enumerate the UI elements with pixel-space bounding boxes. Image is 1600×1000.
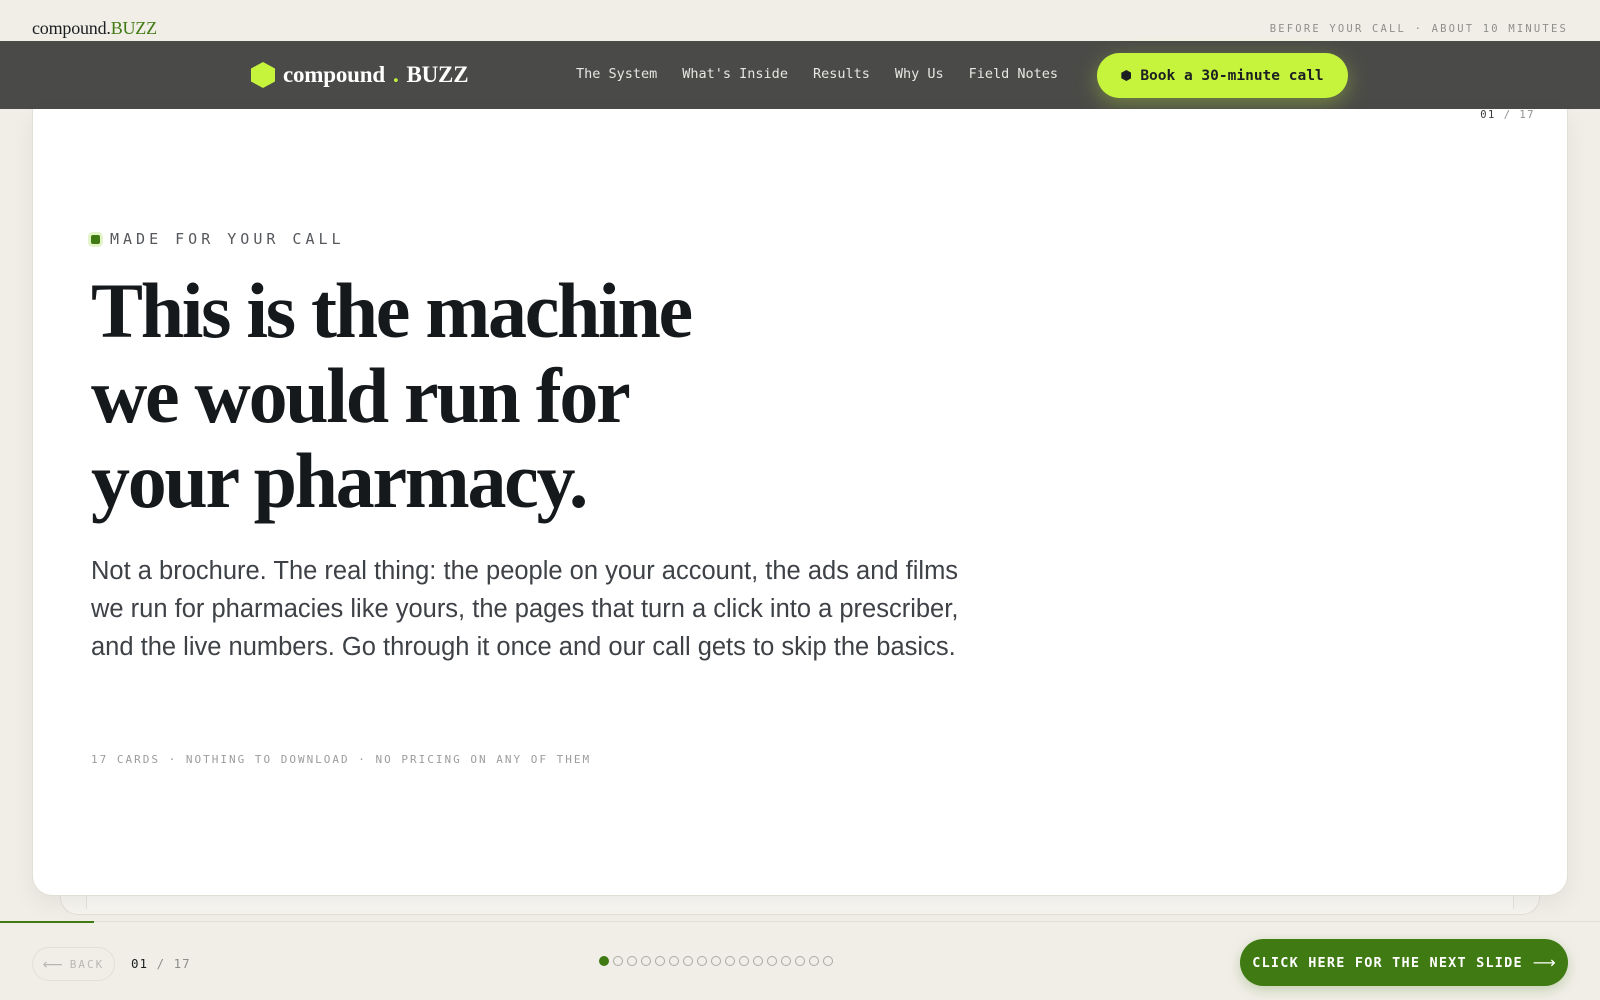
slide-dot-16[interactable]: [809, 956, 819, 966]
slide-dot-1[interactable]: [599, 956, 609, 966]
slide-dot-10[interactable]: [725, 956, 735, 966]
back-label: BACK: [69, 957, 105, 971]
headline-line-1: This is the machine: [91, 267, 693, 354]
slide-dot-9[interactable]: [711, 956, 721, 966]
bottom-current: 01: [131, 956, 149, 971]
nav-link-results[interactable]: Results: [813, 66, 870, 82]
nav-links: The System What's Inside Results Why Us …: [576, 66, 1058, 82]
slide-counter-bottom: 01 / 17: [131, 956, 191, 971]
headline-line-2: we would run for: [91, 352, 631, 439]
slide-dots: [599, 956, 833, 966]
nav-logo-accent: BUZZ: [406, 62, 469, 87]
slide-total: 17: [1519, 109, 1535, 121]
slide-footnote: 17 CARDS · NOTHING TO DOWNLOAD · NO PRIC…: [91, 753, 592, 766]
slide-dot-17[interactable]: [823, 956, 833, 966]
book-call-label: Book a 30-minute call: [1140, 67, 1324, 84]
top-brand-main: compound.: [32, 18, 111, 38]
nav-logo-text: compound . BUZZ: [283, 62, 469, 88]
slide-subhead: Not a brochure. The real thing: the peop…: [91, 557, 959, 661]
top-brand-accent: BUZZ: [110, 18, 157, 38]
slide-dot-6[interactable]: [669, 956, 679, 966]
slide-navigation-bar: ⟵ BACK 01 / 17 CLICK HERE FOR THE NEXT S…: [0, 921, 1600, 1000]
nav-logo-dot: .: [392, 62, 399, 87]
slide-dot-8[interactable]: [697, 956, 707, 966]
nav-link-the-system[interactable]: The System: [576, 66, 657, 82]
slide-dot-14[interactable]: [781, 956, 791, 966]
slide-dot-7[interactable]: [683, 956, 693, 966]
nav-link-whats-inside[interactable]: What's Inside: [682, 66, 788, 82]
slide-dot-5[interactable]: [655, 956, 665, 966]
slide-dot-11[interactable]: [739, 956, 749, 966]
eyebrow-dot-icon: [91, 234, 100, 244]
slide-dot-3[interactable]: [627, 956, 637, 966]
arrow-right-icon: ⟶: [1532, 954, 1556, 972]
nav-logo[interactable]: compound . BUZZ: [251, 62, 469, 88]
navbar: compound . BUZZ The System What's Inside…: [0, 41, 1600, 109]
slide-headline: This is the machine we would run for you…: [91, 268, 851, 523]
nav-link-why-us[interactable]: Why Us: [895, 66, 944, 82]
nav-link-field-notes[interactable]: Field Notes: [969, 66, 1058, 82]
next-slide-label: CLICK HERE FOR THE NEXT SLIDE: [1252, 954, 1523, 971]
next-slide-button[interactable]: CLICK HERE FOR THE NEXT SLIDE ⟶: [1240, 939, 1568, 986]
bottom-separator: /: [156, 956, 166, 971]
nav-logo-main: compound: [283, 62, 385, 87]
slide-separator: /: [1503, 109, 1512, 121]
arrow-left-icon: ⟵: [42, 955, 63, 972]
slide-card: 01 / 17 MADE FOR YOUR CALL This is the m…: [32, 109, 1568, 896]
slide-dot-13[interactable]: [767, 956, 777, 966]
top-brand[interactable]: compound.BUZZ: [32, 18, 157, 39]
headline-line-3: your pharmacy.: [91, 437, 588, 524]
slide-current: 01: [1480, 109, 1496, 121]
slide-dot-12[interactable]: [753, 956, 763, 966]
hexagon-icon: [1121, 70, 1132, 81]
bottom-total: 17: [173, 956, 191, 971]
top-strip: compound.BUZZ BEFORE YOUR CALL · ABOUT 1…: [0, 0, 1600, 41]
slide-dot-2[interactable]: [613, 956, 623, 966]
reading-time-meta: BEFORE YOUR CALL · ABOUT 10 MINUTES: [1269, 23, 1568, 35]
eyebrow: MADE FOR YOUR CALL: [91, 230, 345, 248]
eyebrow-text: MADE FOR YOUR CALL: [110, 230, 345, 248]
progress-bar-fill: [0, 921, 95, 923]
slide-dot-4[interactable]: [641, 956, 651, 966]
book-call-button[interactable]: Book a 30-minute call: [1097, 53, 1348, 98]
slide-counter-top: 01 / 17: [1480, 109, 1535, 121]
back-button[interactable]: ⟵ BACK: [32, 947, 115, 981]
slide-dot-15[interactable]: [795, 956, 805, 966]
hexagon-logo-icon: [251, 62, 275, 88]
